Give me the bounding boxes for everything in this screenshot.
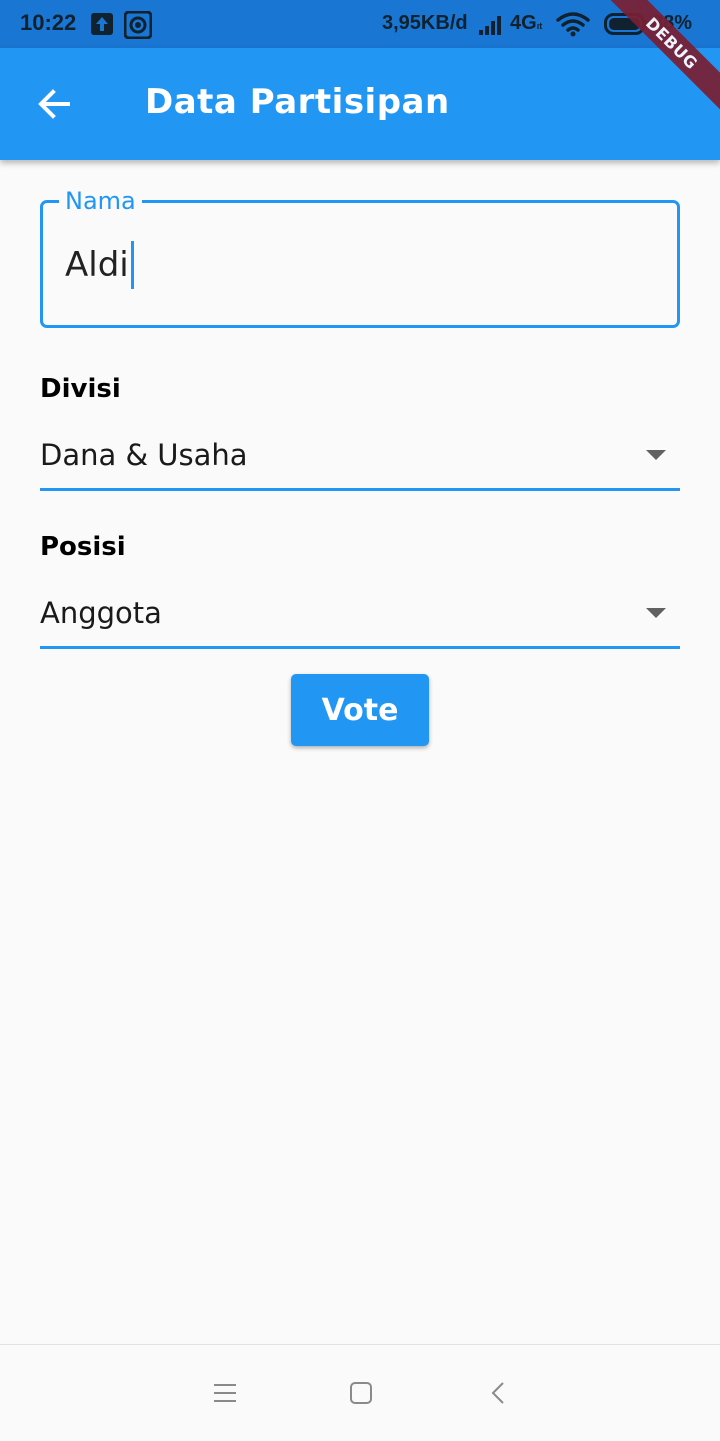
- posisi-label: Posisi: [40, 532, 126, 562]
- name-input[interactable]: Aldi: [65, 241, 134, 289]
- divisi-selected-value: Dana & Usaha: [40, 438, 248, 472]
- network-type: 4Gıt: [510, 12, 543, 34]
- status-bar: 10:22 3,95KB/d 4Gıt 88%: [0, 0, 720, 48]
- text-caret: [130, 241, 134, 289]
- name-field-label: Nama: [59, 189, 142, 213]
- wifi-icon: [556, 11, 590, 37]
- page-title: Data Partisipan: [145, 82, 450, 122]
- upload-icon: [90, 12, 114, 36]
- posisi-selected-value: Anggota: [40, 596, 162, 630]
- nav-home-button[interactable]: [343, 1375, 379, 1411]
- arrow-left-icon: [38, 89, 70, 119]
- divisi-dropdown[interactable]: Dana & Usaha: [40, 428, 680, 491]
- posisi-dropdown[interactable]: Anggota: [40, 586, 680, 649]
- back-icon: [491, 1382, 504, 1404]
- system-nav-bar: [0, 1344, 720, 1441]
- name-input-value: Aldi: [65, 245, 129, 285]
- dropdown-arrow-icon: [646, 608, 666, 618]
- dropdown-arrow-icon: [646, 450, 666, 460]
- divisi-label: Divisi: [40, 374, 121, 404]
- back-button[interactable]: [24, 80, 88, 128]
- nav-back-button[interactable]: [481, 1375, 517, 1411]
- vote-button[interactable]: Vote: [291, 674, 429, 746]
- signal-icon: [478, 14, 504, 36]
- menu-icon: [214, 1384, 236, 1402]
- name-field[interactable]: Nama Aldi: [40, 189, 680, 328]
- net-speed: 3,95KB/d: [382, 12, 468, 34]
- sync-icon: [123, 10, 153, 40]
- status-time: 10:22: [20, 10, 77, 35]
- home-icon: [350, 1382, 372, 1404]
- app-bar: Data Partisipan: [0, 48, 720, 160]
- nav-menu-button[interactable]: [207, 1375, 243, 1411]
